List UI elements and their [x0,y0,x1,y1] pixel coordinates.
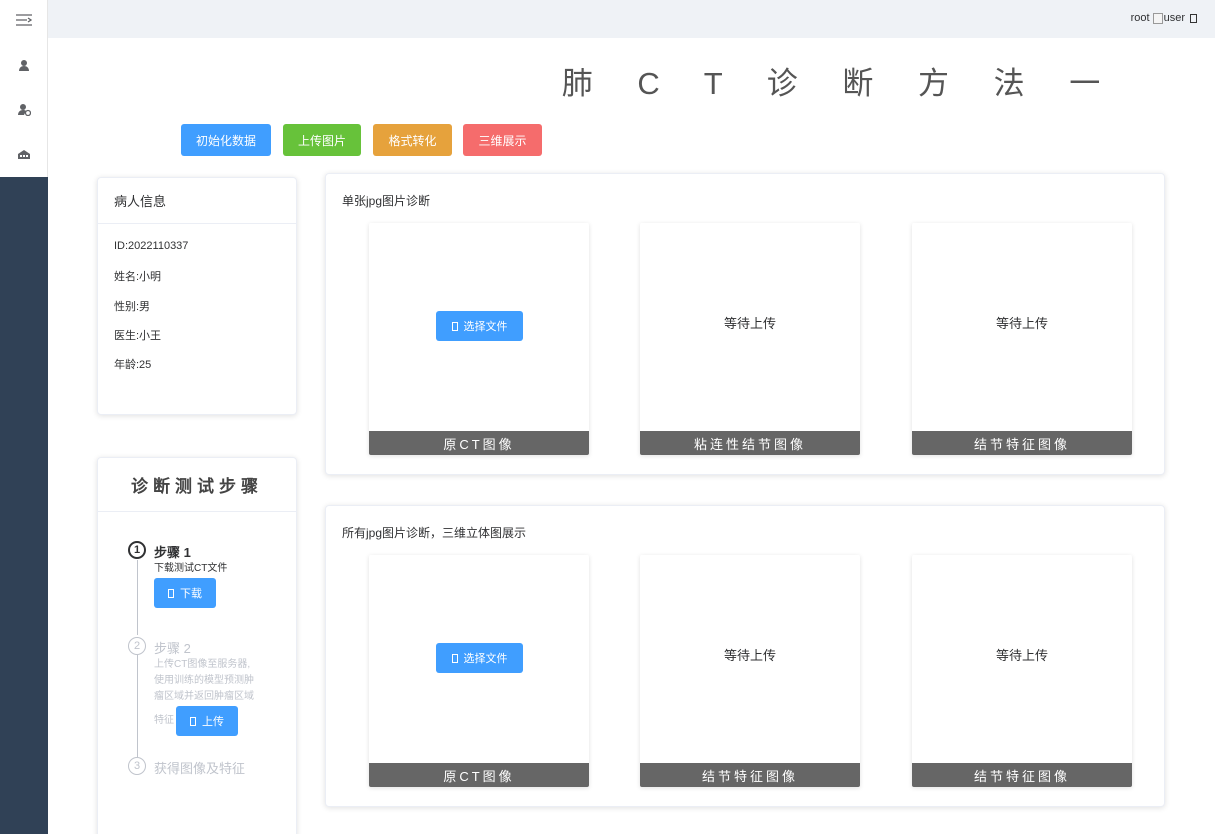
sidebar-menu [0,0,48,177]
patient-age: 年龄:25 [114,359,152,371]
step-2-desc-4: 特征 [154,715,174,726]
patient-name: 姓名:小明 [114,271,162,283]
file-icon [451,321,458,331]
step-3-title: 获得图像及特征 [154,761,246,776]
waiting-upload-text: 等待上传 [723,316,776,331]
user-menu[interactable]: root user [1131,12,1197,24]
upload-image-button[interactable]: 上传图片 [283,124,361,156]
format-convert-button[interactable]: 格式转化 [373,124,452,156]
panel-caption: 原CT图像 [369,431,589,455]
panel-caption: 原CT图像 [369,763,589,787]
patient-info-card: 病人信息 ID:2022110337 姓名:小明 性别:男 医生:小王 年龄:2… [97,177,297,415]
step-1-desc: 下载测试CT文件 [154,563,228,574]
avatar: user [1152,12,1185,24]
single-diagnosis-card: 单张jpg图片诊断 选择文件 原CT图像 等待上传 粘连性结节图像 等待上传 结… [325,173,1165,475]
panel-caption: 粘连性结节图像 [640,431,860,455]
file-icon [451,653,458,663]
page-title: 肺 C T 诊 断 方 法 一 [561,66,1119,101]
patient-gender: 性别:男 [114,301,151,313]
waiting-upload-text: 等待上传 [995,648,1048,663]
step-2-desc-2: 使用训练的模型预测肿 [154,675,254,686]
select-file-button[interactable]: 选择文件 [436,643,523,673]
init-data-button[interactable]: 初始化数据 [181,124,271,156]
view-3d-button[interactable]: 三维展示 [463,124,542,156]
user-settings-icon[interactable] [0,91,48,127]
original-ct-panel: 选择文件 原CT图像 [369,223,589,455]
single-diagnosis-title: 单张jpg图片诊断 [342,194,431,208]
steps-card: 诊断测试步骤 1 步骤 1 下载测试CT文件 下载 2 步骤 2 上传CT图像至… [97,457,297,834]
original-ct-panel: 选择文件 原CT图像 [369,555,589,787]
step-2-desc-1: 上传CT图像至服务器, [154,659,251,670]
download-button[interactable]: 下载 [154,578,216,608]
step-2-indicator: 2 [128,637,146,655]
user-icon[interactable] [0,47,48,83]
patient-doctor: 医生:小王 [114,330,162,342]
step-3-indicator: 3 [128,757,146,775]
panel-caption: 结节特征图像 [912,763,1132,787]
steps-title: 诊断测试步骤 [98,458,296,512]
select-file-button[interactable]: 选择文件 [436,311,523,341]
nodule-feature-panel: 等待上传 结节特征图像 [912,223,1132,455]
upload-button[interactable]: 上传 [176,706,238,736]
dropdown-icon[interactable] [1190,13,1197,23]
top-bar: root user [48,0,1215,38]
nodule-feature-panel-2: 等待上传 结节特征图像 [912,555,1132,787]
all-diagnosis-card: 所有jpg图片诊断，三维立体图展示 选择文件 原CT图像 等待上传 结节特征图像… [325,505,1165,807]
step-1-indicator: 1 [128,541,146,559]
upload-icon [190,716,196,726]
menu-fold-icon[interactable] [0,2,48,38]
step-2-title: 步骤 2 [154,641,191,656]
waiting-upload-text: 等待上传 [723,648,776,663]
step-2-desc-3: 瘤区域并返回肿瘤区域 [154,691,254,702]
patient-info-title: 病人信息 [98,178,296,224]
nodule-feature-panel: 等待上传 结节特征图像 [640,555,860,787]
step-1-title: 步骤 1 [154,545,191,560]
waiting-upload-text: 等待上传 [995,316,1048,331]
building-icon[interactable] [0,136,48,172]
panel-caption: 结节特征图像 [640,763,860,787]
download-icon [168,588,174,598]
all-diagnosis-title: 所有jpg图片诊断，三维立体图展示 [342,526,527,540]
adhesion-nodule-panel: 等待上传 粘连性结节图像 [640,223,860,455]
username: root [1130,12,1150,24]
panel-caption: 结节特征图像 [912,431,1132,455]
patient-id: ID:2022110337 [114,240,189,252]
